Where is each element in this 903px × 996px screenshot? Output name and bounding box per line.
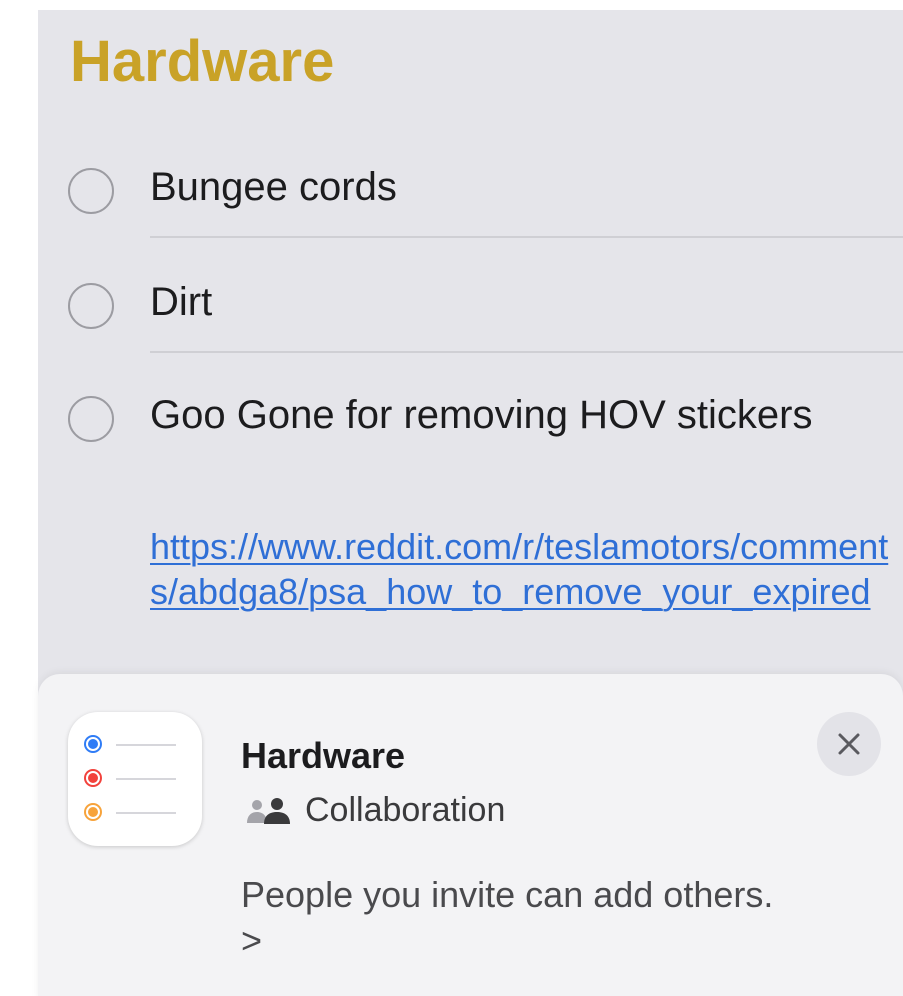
- icon-row: [86, 805, 186, 821]
- share-sheet: Hardware Collaboration People you invite…: [38, 674, 903, 996]
- invite-info-link[interactable]: People you invite can add others. >: [241, 872, 801, 964]
- list-title: Hardware: [70, 29, 335, 94]
- red-dot-icon: [86, 771, 100, 785]
- line-icon: [116, 812, 176, 814]
- item-title[interactable]: Dirt: [150, 275, 890, 329]
- line-icon: [116, 744, 176, 746]
- orange-dot-icon: [86, 805, 100, 819]
- icon-row: [86, 737, 186, 753]
- icon-row: [86, 771, 186, 787]
- item-title[interactable]: Goo Gone for removing HOV stickers: [150, 388, 890, 442]
- item-url-link[interactable]: https://www.reddit.com/r/teslamotors/com…: [150, 524, 890, 614]
- checkbox-circle-icon[interactable]: [68, 168, 114, 214]
- sheet-title: Hardware: [241, 735, 406, 776]
- divider: [150, 351, 903, 353]
- close-icon: [838, 733, 860, 755]
- checkbox-circle-icon[interactable]: [68, 396, 114, 442]
- checkbox-circle-icon[interactable]: [68, 283, 114, 329]
- screen: Hardware Bungee cords Dirt Goo Gone for …: [0, 0, 903, 996]
- sheet-subtitle: Collaboration: [305, 791, 506, 829]
- divider: [150, 236, 903, 238]
- close-button[interactable]: [817, 712, 881, 776]
- item-title[interactable]: Bungee cords: [150, 160, 890, 214]
- line-icon: [116, 778, 176, 780]
- blue-dot-icon: [86, 737, 100, 751]
- people-icon: [247, 798, 290, 824]
- reminders-app-icon: [68, 712, 202, 846]
